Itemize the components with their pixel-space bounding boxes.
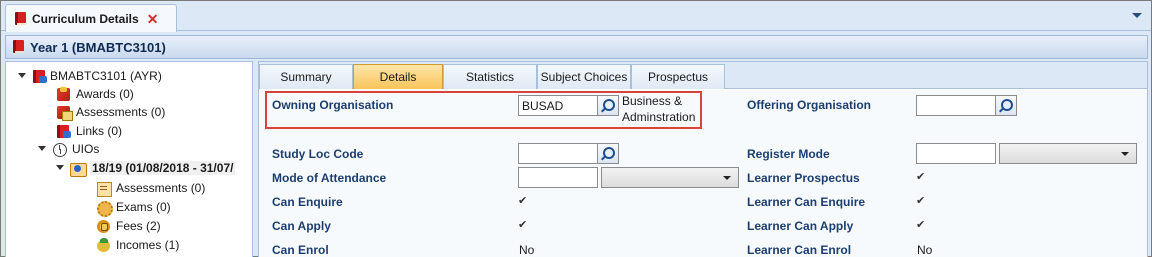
learner-can-enrol-label: Learner Can Enrol — [747, 243, 852, 257]
period-icon — [70, 161, 87, 177]
owning-organisation-lookup-button[interactable] — [598, 95, 619, 116]
offering-organisation-input[interactable] — [916, 95, 996, 116]
owning-organisation-input[interactable] — [518, 95, 598, 116]
owning-organisation-desc-1: Business & — [622, 94, 683, 108]
tree-item-label: UIOs — [72, 142, 100, 156]
learner-can-enquire-label: Learner Can Enquire — [747, 195, 866, 209]
study-loc-code-lookup-button[interactable] — [598, 143, 619, 164]
learner-can-enquire-checkbox[interactable]: ✔ — [916, 195, 928, 207]
tab-subject-choices[interactable]: Subject Choices — [537, 64, 631, 89]
clock-icon — [52, 142, 68, 157]
tree-item-label: Awards (0) — [76, 87, 134, 101]
owning-organisation-desc-2: Adminstration — [622, 110, 696, 124]
details-panel: Summary Details Statistics Subject Choic… — [258, 61, 1148, 257]
tree-item-links[interactable]: Links (0) — [56, 122, 122, 140]
tree-item-label: 18/19 (01/08/2018 - 31/07/ — [90, 161, 236, 175]
offering-organisation-lookup-button[interactable] — [996, 95, 1017, 116]
tree-item-label: Fees (2) — [116, 219, 161, 233]
tree-item-label: BMABTC3101 (AYR) — [50, 69, 162, 83]
tree-item-root[interactable]: BMABTC3101 (AYR) — [16, 67, 162, 85]
links-icon — [56, 124, 72, 139]
book-icon — [12, 40, 25, 54]
can-enrol-value: No — [519, 243, 535, 257]
learner-can-apply-checkbox[interactable]: ✔ — [916, 219, 928, 231]
curriculum-details-tab[interactable]: Curriculum Details ✕ — [5, 4, 177, 32]
register-mode-input[interactable] — [916, 143, 996, 164]
tree-item-period[interactable]: 18/19 (01/08/2018 - 31/07/ — [54, 159, 236, 177]
assessment-doc-icon — [96, 181, 112, 197]
income-icon — [96, 237, 112, 253]
tab-statistics[interactable]: Statistics — [443, 64, 537, 89]
learner-prospectus-label: Learner Prospectus — [747, 171, 860, 185]
tab-details[interactable]: Details — [353, 64, 443, 89]
register-mode-label: Register Mode — [747, 147, 830, 161]
can-enquire-checkbox[interactable]: ✔ — [518, 195, 530, 207]
details-form: Owning Organisation Business & Adminstra… — [259, 90, 1147, 257]
offering-organisation-label: Offering Organisation — [747, 98, 872, 112]
can-enquire-label: Can Enquire — [272, 195, 343, 209]
learner-can-apply-label: Learner Can Apply — [747, 219, 854, 233]
assessment-icon — [56, 105, 73, 121]
tree-item-fees[interactable]: Fees (2) — [96, 217, 161, 235]
close-icon[interactable]: ✕ — [147, 12, 159, 26]
book-icon — [32, 69, 47, 84]
mode-of-attendance-label: Mode of Attendance — [272, 171, 387, 185]
tab-prospectus[interactable]: Prospectus — [631, 64, 725, 89]
learner-prospectus-checkbox[interactable]: ✔ — [916, 171, 928, 183]
tree-item-exams[interactable]: Exams (0) — [96, 198, 171, 217]
book-icon — [14, 11, 27, 26]
tree-item-label: Exams (0) — [116, 200, 171, 214]
curriculum-tree: BMABTC3101 (AYR) Awards (0) Assessments … — [5, 61, 253, 257]
mode-of-attendance-input[interactable] — [518, 167, 598, 188]
exam-icon — [96, 200, 113, 217]
tree-item-awards[interactable]: Awards (0) — [56, 85, 134, 103]
expand-caret-icon[interactable] — [16, 71, 28, 81]
owning-organisation-label: Owning Organisation — [272, 98, 394, 112]
expand-caret-icon[interactable] — [36, 144, 48, 154]
fees-icon — [96, 219, 112, 234]
register-mode-select[interactable] — [999, 143, 1137, 164]
tree-item-label: Assessments (0) — [76, 105, 166, 119]
can-apply-label: Can Apply — [272, 219, 331, 233]
tree-item-period-assessments[interactable]: Assessments (0) — [96, 179, 205, 197]
tab-summary[interactable]: Summary — [259, 64, 353, 89]
tab-title: Curriculum Details — [32, 11, 139, 26]
tree-item-label: Links (0) — [76, 124, 123, 138]
tree-item-label: Incomes (1) — [116, 238, 180, 252]
study-loc-code-input[interactable] — [518, 143, 598, 164]
can-apply-checkbox[interactable]: ✔ — [518, 219, 530, 231]
tree-item-label: Assessments (0) — [116, 181, 206, 195]
page-title: Year 1 (BMABTC3101) — [30, 39, 166, 55]
record-header: Year 1 (BMABTC3101) — [5, 35, 1148, 59]
award-icon — [56, 86, 72, 102]
document-tab-strip: Curriculum Details ✕ — [1, 1, 1151, 32]
learner-can-enrol-value: No — [917, 243, 933, 257]
tree-item-incomes[interactable]: Incomes (1) — [96, 236, 179, 254]
can-enrol-label: Can Enrol — [272, 243, 329, 257]
mode-of-attendance-select[interactable] — [601, 167, 739, 188]
tree-item-assessments[interactable]: Assessments (0) — [56, 103, 165, 121]
chevron-down-icon[interactable] — [1131, 11, 1142, 21]
expand-caret-icon[interactable] — [54, 163, 66, 173]
tab-bar: Summary Details Statistics Subject Choic… — [259, 62, 1147, 89]
app-window: Curriculum Details ✕ Year 1 (BMABTC3101)… — [0, 0, 1152, 257]
tree-item-uios[interactable]: UIOs — [36, 140, 99, 158]
study-loc-code-label: Study Loc Code — [272, 147, 364, 161]
